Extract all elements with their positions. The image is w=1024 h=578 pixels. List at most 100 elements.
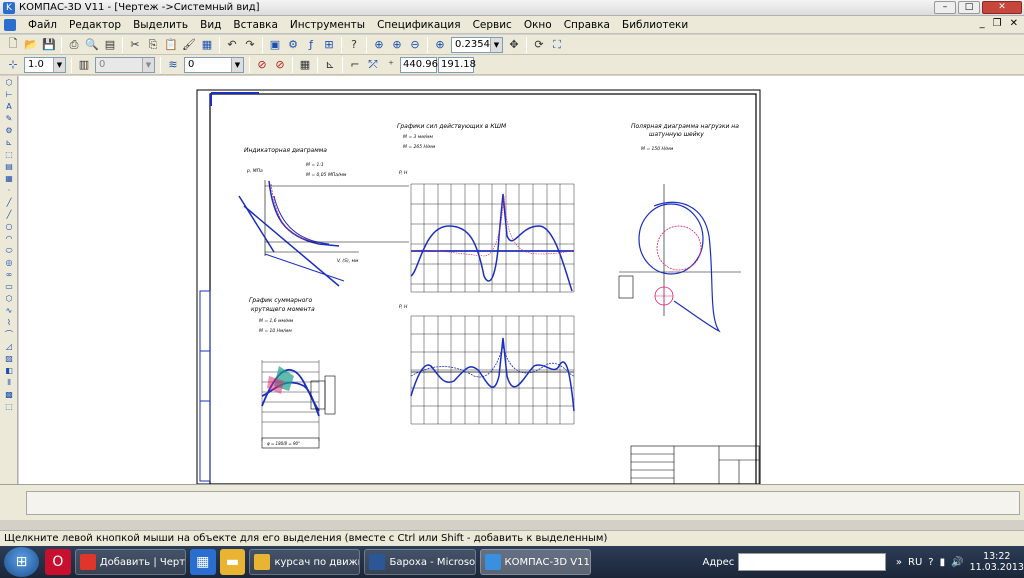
zoom-icon[interactable]: ⊕: [432, 37, 448, 53]
kompas-pinned-icon[interactable]: ▦: [189, 549, 216, 575]
macro-icon[interactable]: ⬚: [2, 401, 16, 412]
equidistant-icon[interactable]: ⫴: [2, 377, 16, 388]
menu-service[interactable]: Сервис: [467, 19, 518, 31]
menu-window[interactable]: Окно: [518, 19, 558, 31]
print-preview-icon[interactable]: 🔍: [84, 37, 100, 53]
fill-icon[interactable]: ▩: [2, 389, 16, 400]
menu-view[interactable]: Вид: [194, 19, 227, 31]
reports-icon[interactable]: ▦: [2, 173, 16, 184]
spec-icon[interactable]: ▤: [2, 161, 16, 172]
zoom-window-icon[interactable]: ⊕: [371, 37, 387, 53]
chamfer-icon[interactable]: ◿: [2, 341, 16, 352]
start-button[interactable]: ⊞: [4, 547, 40, 577]
taskbar-item-kompas[interactable]: КОМПАС-3D V11...: [479, 549, 591, 575]
menu-select[interactable]: Выделить: [127, 19, 194, 31]
zoom-out-icon[interactable]: ⊖: [407, 37, 423, 53]
minimize-button[interactable]: –: [934, 1, 956, 14]
menu-tools[interactable]: Инструменты: [284, 19, 371, 31]
close-button[interactable]: ✕: [982, 1, 1022, 14]
local-cs-icon[interactable]: ⊾: [322, 57, 338, 73]
help-pointer-icon[interactable]: ?: [346, 37, 362, 53]
zoom-in-icon[interactable]: ⊕: [389, 37, 405, 53]
menu-file[interactable]: Файл: [22, 19, 63, 31]
volume-icon[interactable]: 🔊: [951, 557, 963, 568]
chevron-down-icon[interactable]: ▼: [231, 57, 243, 72]
scale-combobox[interactable]: 1.0 ▼: [24, 56, 66, 73]
geometry-icon[interactable]: ⬡: [2, 77, 16, 88]
menu-libraries[interactable]: Библиотеки: [616, 19, 694, 31]
chain-icon[interactable]: ∞: [2, 269, 16, 280]
save-icon[interactable]: 💾: [41, 37, 57, 53]
clock[interactable]: 13:22 11.03.2013: [970, 551, 1024, 573]
opera-icon[interactable]: O: [45, 549, 71, 575]
menu-specification[interactable]: Спецификация: [371, 19, 467, 31]
format-painter-icon[interactable]: 🖌: [181, 37, 197, 53]
properties-icon[interactable]: ▦: [199, 37, 215, 53]
zoom-combobox[interactable]: 0.2354 ▼: [451, 36, 503, 53]
measure-icon[interactable]: ⊾: [2, 137, 16, 148]
language-indicator[interactable]: RU: [908, 557, 922, 568]
properties-area[interactable]: [26, 491, 1020, 515]
parametrization-icon[interactable]: ⚙: [2, 125, 16, 136]
maximize-button[interactable]: □: [958, 1, 980, 14]
snap-local-icon[interactable]: ⊘: [272, 57, 288, 73]
paste-icon[interactable]: 📋: [163, 37, 179, 53]
segment-icon[interactable]: ╱: [2, 209, 16, 220]
drawing-sheet[interactable]: Индикаторная диаграмма p, МПа M = 1:1 M …: [19, 76, 1024, 484]
tray-expand-icon[interactable]: »: [896, 557, 902, 568]
spline-icon[interactable]: ∿: [2, 305, 16, 316]
snap-icon[interactable]: ⊘: [254, 57, 270, 73]
references-icon[interactable]: ⊞: [321, 37, 337, 53]
edit-icon[interactable]: ✎: [2, 113, 16, 124]
help-icon[interactable]: ?: [928, 557, 933, 568]
chevron-down-icon[interactable]: ▼: [53, 57, 65, 72]
designations-icon[interactable]: A: [2, 101, 16, 112]
coord-x-field[interactable]: 440.96: [400, 56, 438, 73]
mdi-restore-button[interactable]: ❐: [993, 18, 1002, 29]
view-layers-icon[interactable]: ≋: [165, 57, 181, 73]
dimensions-icon[interactable]: ⊢: [2, 89, 16, 100]
menu-insert[interactable]: Вставка: [227, 19, 284, 31]
arc-icon[interactable]: ◠: [2, 233, 16, 244]
point-icon[interactable]: ·: [2, 185, 16, 196]
rectangle-icon[interactable]: ▭: [2, 281, 16, 292]
ring-icon[interactable]: ◎: [2, 257, 16, 268]
polyline-icon[interactable]: ⌇: [2, 317, 16, 328]
drawing-canvas[interactable]: Индикаторная диаграмма p, МПа M = 1:1 M …: [19, 76, 1024, 484]
open-file-icon[interactable]: 📂: [23, 37, 39, 53]
copy-icon[interactable]: ⎘: [145, 37, 161, 53]
mdi-minimize-button[interactable]: _: [980, 18, 985, 29]
print-icon[interactable]: ⎙: [66, 37, 82, 53]
taskbar-item-opera[interactable]: Добавить | Черте...: [74, 549, 186, 575]
show-all-icon[interactable]: ⛶: [549, 37, 565, 53]
new-file-icon[interactable]: 🗋: [5, 37, 21, 53]
taskbar-item-folder[interactable]: курсач по движк...: [249, 549, 361, 575]
network-icon[interactable]: ▮: [940, 557, 946, 568]
ellipse-icon[interactable]: ⬭: [2, 245, 16, 256]
manager-icon[interactable]: ▣: [267, 37, 283, 53]
polygon-icon[interactable]: ⬡: [2, 293, 16, 304]
document-icon[interactable]: [4, 18, 16, 31]
fillet-icon[interactable]: ⌒: [2, 329, 16, 340]
document-properties-icon[interactable]: ▤: [102, 37, 118, 53]
coord-y-field[interactable]: 191.18: [438, 56, 476, 73]
view-combobox[interactable]: 0 ▼: [184, 56, 244, 73]
redo-icon[interactable]: ↷: [242, 37, 258, 53]
grid-icon[interactable]: ▦: [297, 57, 313, 73]
mdi-close-button[interactable]: ✕: [1010, 18, 1018, 29]
select-icon[interactable]: ⬚: [2, 149, 16, 160]
folder-icon[interactable]: ▬: [219, 549, 246, 575]
circle-icon[interactable]: ○: [2, 221, 16, 232]
menu-edit[interactable]: Редактор: [63, 19, 127, 31]
contour-icon[interactable]: ◧: [2, 365, 16, 376]
cut-icon[interactable]: ✂: [127, 37, 143, 53]
ortho-icon[interactable]: ⌐: [347, 57, 363, 73]
chevron-down-icon[interactable]: ▼: [490, 37, 502, 52]
auxline-icon[interactable]: ╱: [2, 197, 16, 208]
refresh-icon[interactable]: ⟳: [531, 37, 547, 53]
round-icon[interactable]: ⤱: [365, 57, 381, 73]
undo-icon[interactable]: ↶: [224, 37, 240, 53]
address-input[interactable]: [738, 553, 886, 571]
state-icon[interactable]: ⊹: [5, 57, 21, 73]
pan-icon[interactable]: ✥: [506, 37, 522, 53]
